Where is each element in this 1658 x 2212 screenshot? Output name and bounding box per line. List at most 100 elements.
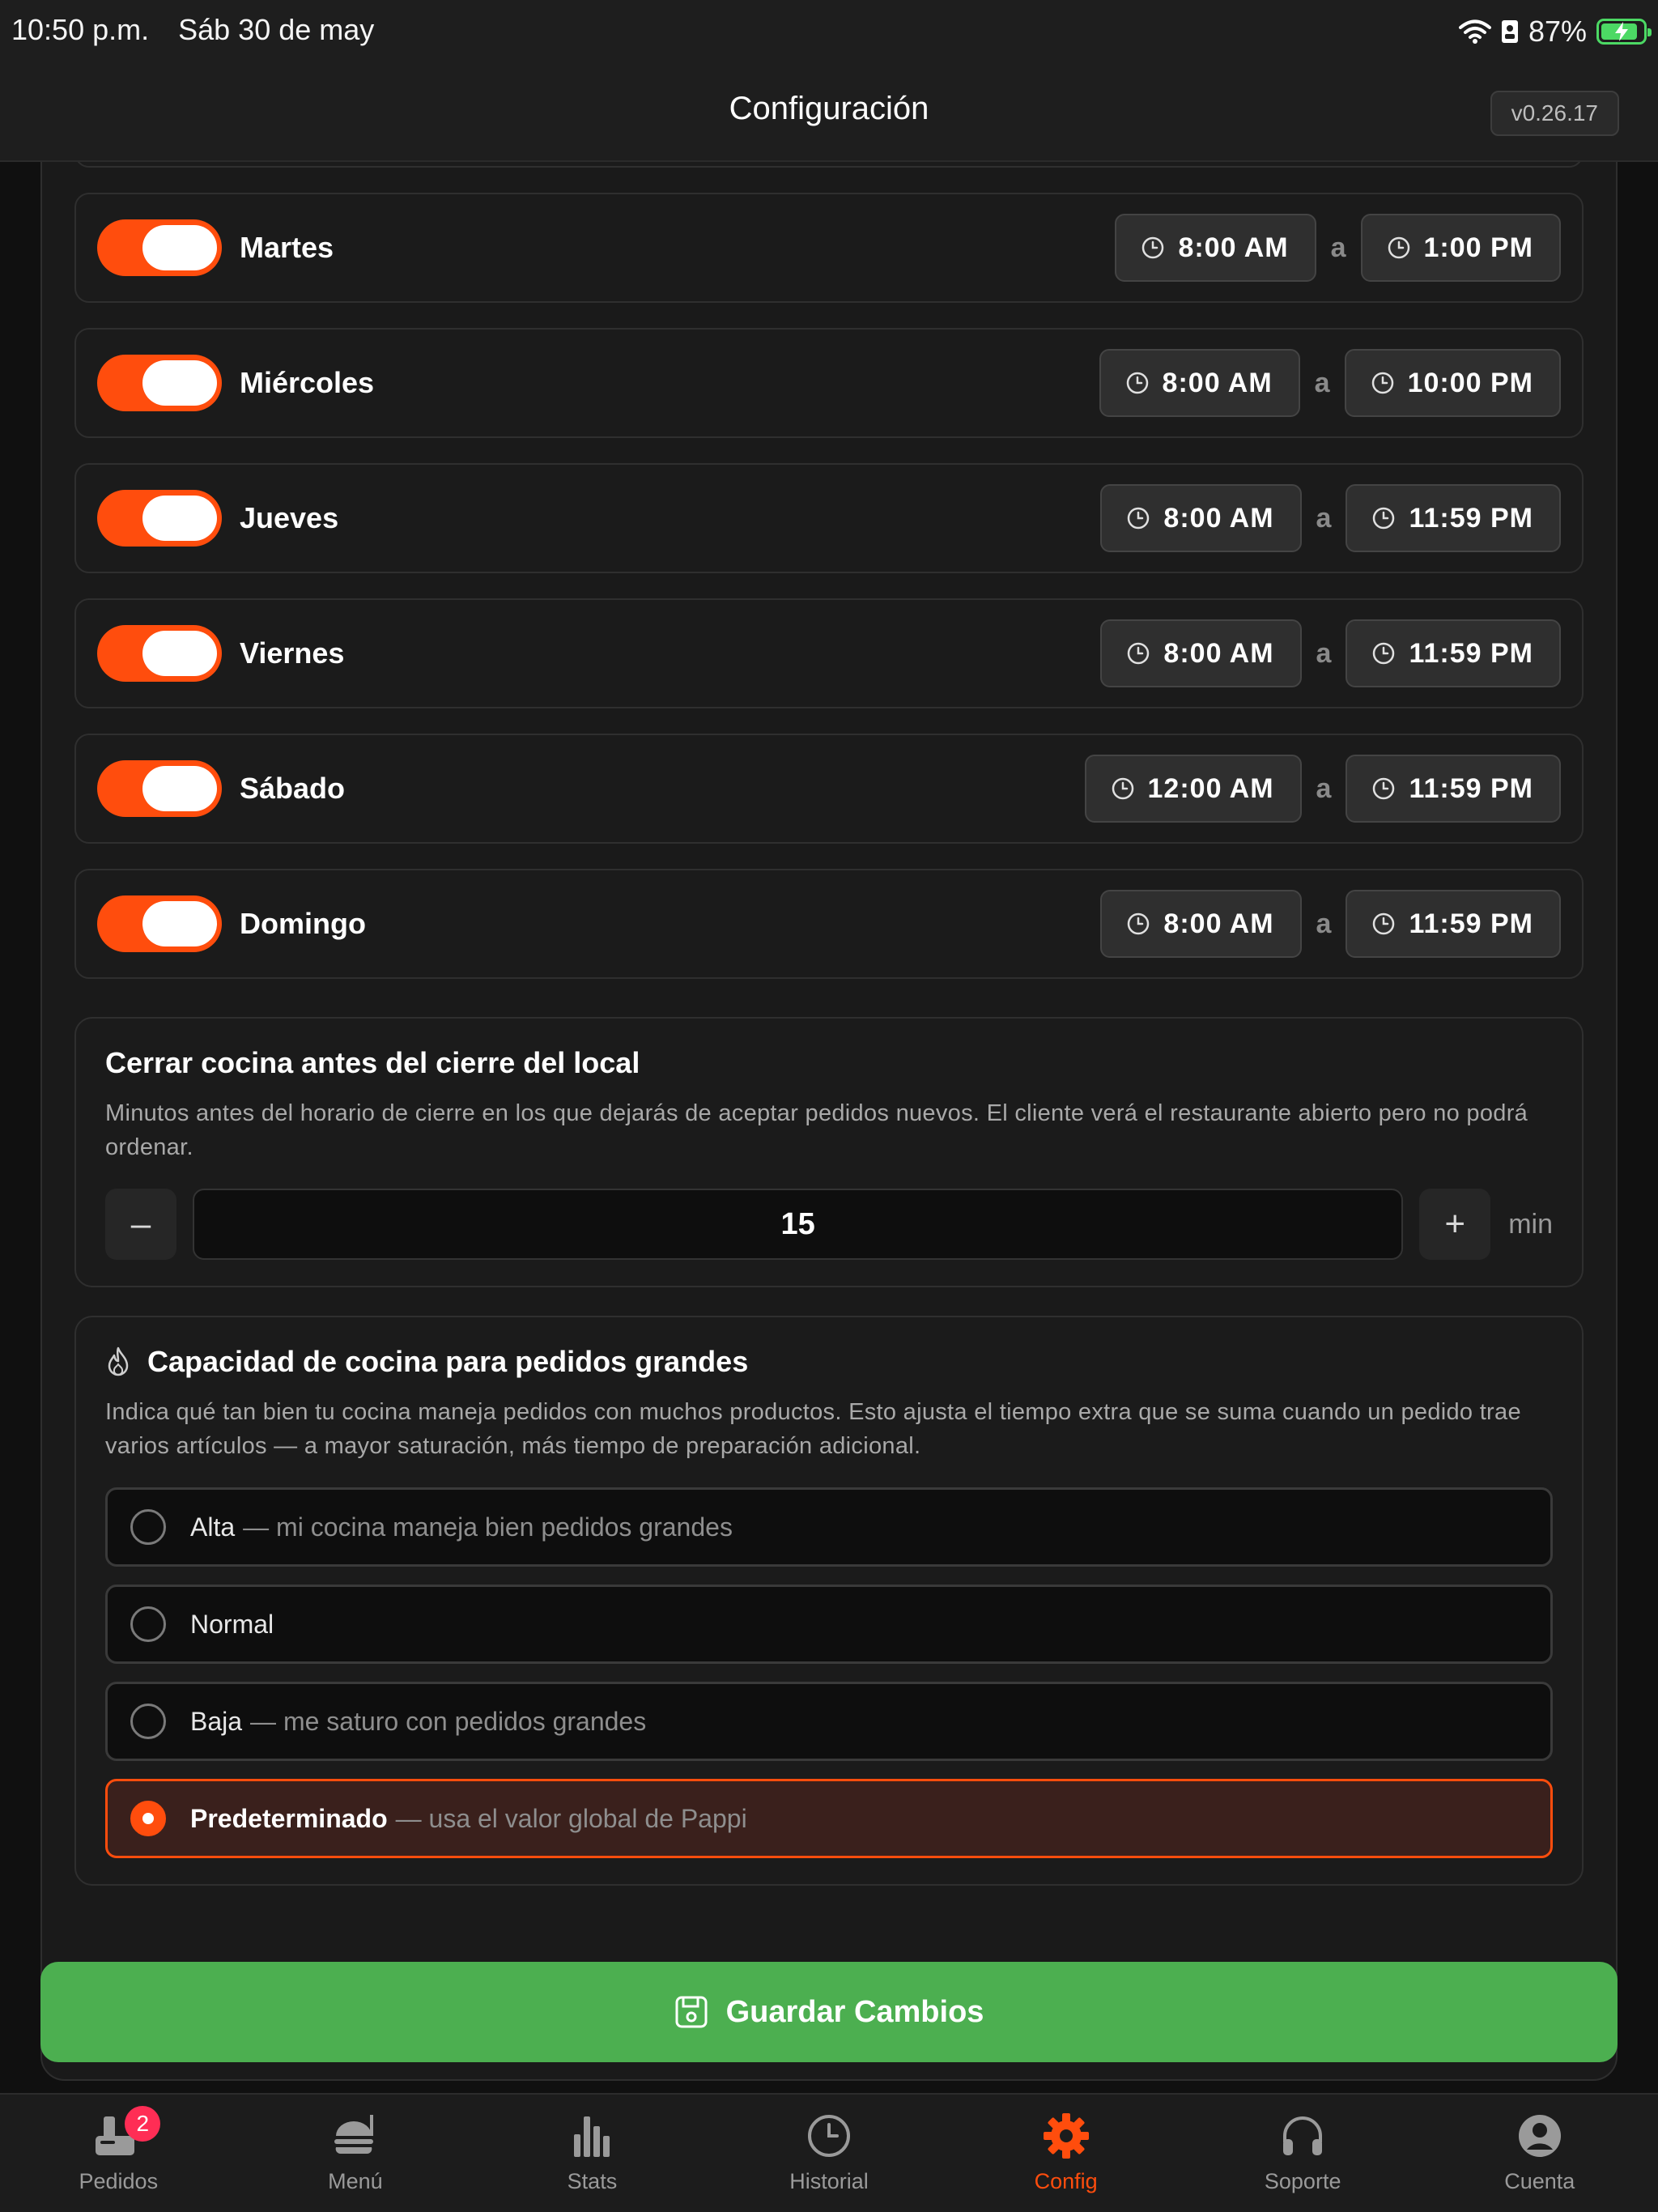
clock-icon [1373,777,1395,800]
day-toggle[interactable] [97,760,222,817]
top-bar: 10:50 p.m. Sáb 30 de may 87% Configuraci… [0,0,1658,162]
capacity-option[interactable]: Baja — me saturo con pedidos grandes [105,1682,1553,1761]
close-time-button[interactable]: 11:59 PM [1346,619,1561,687]
day-toggle[interactable] [97,625,222,682]
open-time: 8:00 AM [1163,908,1274,939]
capacity-description: Indica qué tan bien tu cocina maneja ped… [105,1399,1521,1459]
radio-button[interactable] [130,1704,166,1739]
day-row: Viernes 8:00 AM a 11:59 PM [74,598,1584,708]
clock-icon [1142,236,1164,259]
open-time-button[interactable]: 8:00 AM [1100,484,1302,552]
tab-historial[interactable]: Historial [711,2095,948,2212]
toggle-knob [142,631,217,676]
day-name: Viernes [240,636,345,670]
clock-icon [1128,912,1150,935]
gear-icon [1042,2111,1090,2161]
option-description: — me saturo con pedidos grandes [250,1706,647,1736]
day-toggle[interactable] [97,219,222,276]
capacity-option[interactable]: Alta — mi cocina maneja bien pedidos gran… [105,1487,1553,1567]
close-time: 10:00 PM [1407,367,1533,398]
radio-button[interactable] [130,1509,166,1545]
option-label: Alta [190,1512,236,1542]
time-separator: a [1316,502,1332,534]
toggle-knob [142,901,217,946]
tab-label: Historial [789,2169,869,2193]
capacity-panel: Capacidad de cocina para pedidos grandes… [74,1316,1584,1886]
open-time-button[interactable]: 8:00 AM [1100,619,1302,687]
bar-chart-icon [568,2111,616,2161]
tab-bar: Pedidos 2 Menú Stats Historial Config Soporte C… [0,2093,1658,2212]
tab-cuenta[interactable]: Cuenta [1421,2095,1658,2212]
tab-pedidos[interactable]: Pedidos 2 [0,2095,237,2212]
day-toggle[interactable] [97,490,222,547]
open-time: 12:00 AM [1147,772,1274,804]
sim-icon [1501,20,1518,43]
time-separator: a [1316,637,1332,669]
tab-config[interactable]: Config [947,2095,1184,2212]
toggle-knob [142,225,217,270]
save-button-label: Guardar Cambios [725,1994,984,2029]
open-time-button[interactable]: 8:00 AM [1099,349,1300,417]
close-time-button[interactable]: 11:59 PM [1346,484,1561,552]
clock-icon [1112,777,1133,800]
version-badge: v0.26.17 [1490,91,1619,136]
close-time: 11:59 PM [1409,908,1533,939]
radio-button[interactable] [130,1801,166,1836]
settings-scroll-area[interactable]: Martes 8:00 AM a 1:00 PM Miércoles 8:00 AM a 10… [0,162,1658,2093]
tab-stats[interactable]: Stats [474,2095,711,2212]
day-name: Miércoles [240,366,375,399]
save-icon [675,1996,708,2028]
minutes-stepper: – 15 + min [105,1189,1553,1260]
tab-menu[interactable]: Menú [237,2095,474,2212]
option-description: — usa el valor global de Pappi [395,1803,747,1833]
option-description: — mi cocina maneja bien pedidos grandes [243,1512,733,1542]
time-separator: a [1314,367,1330,398]
capacity-option[interactable]: Normal [105,1585,1553,1664]
screen: 10:50 p.m. Sáb 30 de may 87% Configuraci… [0,0,1658,2212]
tab-label: Pedidos [79,2169,159,2193]
battery-percent: 87% [1528,15,1587,48]
time-separator: a [1316,772,1332,804]
day-row: Sábado 12:00 AM a 11:59 PM [74,734,1584,844]
clock-icon [1373,912,1395,935]
increment-button[interactable]: + [1419,1189,1491,1260]
charging-bolt-icon [1615,22,1628,41]
close-time-button[interactable]: 11:59 PM [1346,890,1561,958]
day-row: Martes 8:00 AM a 1:00 PM [74,193,1584,303]
tab-soporte[interactable]: Soporte [1184,2095,1422,2212]
clock-icon [1126,372,1148,394]
day-name: Sábado [240,772,346,805]
day-toggle[interactable] [97,355,222,411]
open-time-button[interactable]: 8:00 AM [1115,214,1316,282]
open-time: 8:00 AM [1162,367,1273,398]
minutes-input[interactable]: 15 [193,1189,1404,1260]
tab-label: Stats [567,2169,618,2193]
time-separator: a [1330,232,1346,263]
status-date: Sáb 30 de may [178,13,375,46]
save-button[interactable]: Guardar Cambios [40,1962,1618,2062]
flame-icon [108,1346,129,1376]
day-name: Jueves [240,501,339,534]
open-time-button[interactable]: 8:00 AM [1100,890,1302,958]
clock-icon [1128,507,1150,530]
close-time-button[interactable]: 1:00 PM [1360,214,1561,282]
radio-button[interactable] [130,1606,166,1642]
notification-badge: 2 [125,2106,161,2142]
time-separator: a [1316,908,1332,939]
day-name: Martes [240,231,334,264]
clock-icon [1388,236,1409,259]
battery-icon [1596,19,1652,45]
toggle-knob [142,766,217,811]
close-time: 1:00 PM [1423,232,1533,263]
capacity-options: Alta — mi cocina maneja bien pedidos gran… [105,1487,1553,1858]
option-label: Normal [190,1609,274,1639]
capacity-option[interactable]: Predeterminado — usa el valor global de P… [105,1779,1553,1858]
day-toggle[interactable] [97,895,222,952]
wifi-icon [1458,19,1491,44]
close-time-button[interactable]: 10:00 PM [1344,349,1561,417]
open-time-button[interactable]: 12:00 AM [1084,755,1302,823]
headphones-icon [1278,2111,1327,2161]
close-time-button[interactable]: 11:59 PM [1346,755,1561,823]
previous-day-row [74,162,1584,168]
decrement-button[interactable]: – [105,1189,176,1260]
